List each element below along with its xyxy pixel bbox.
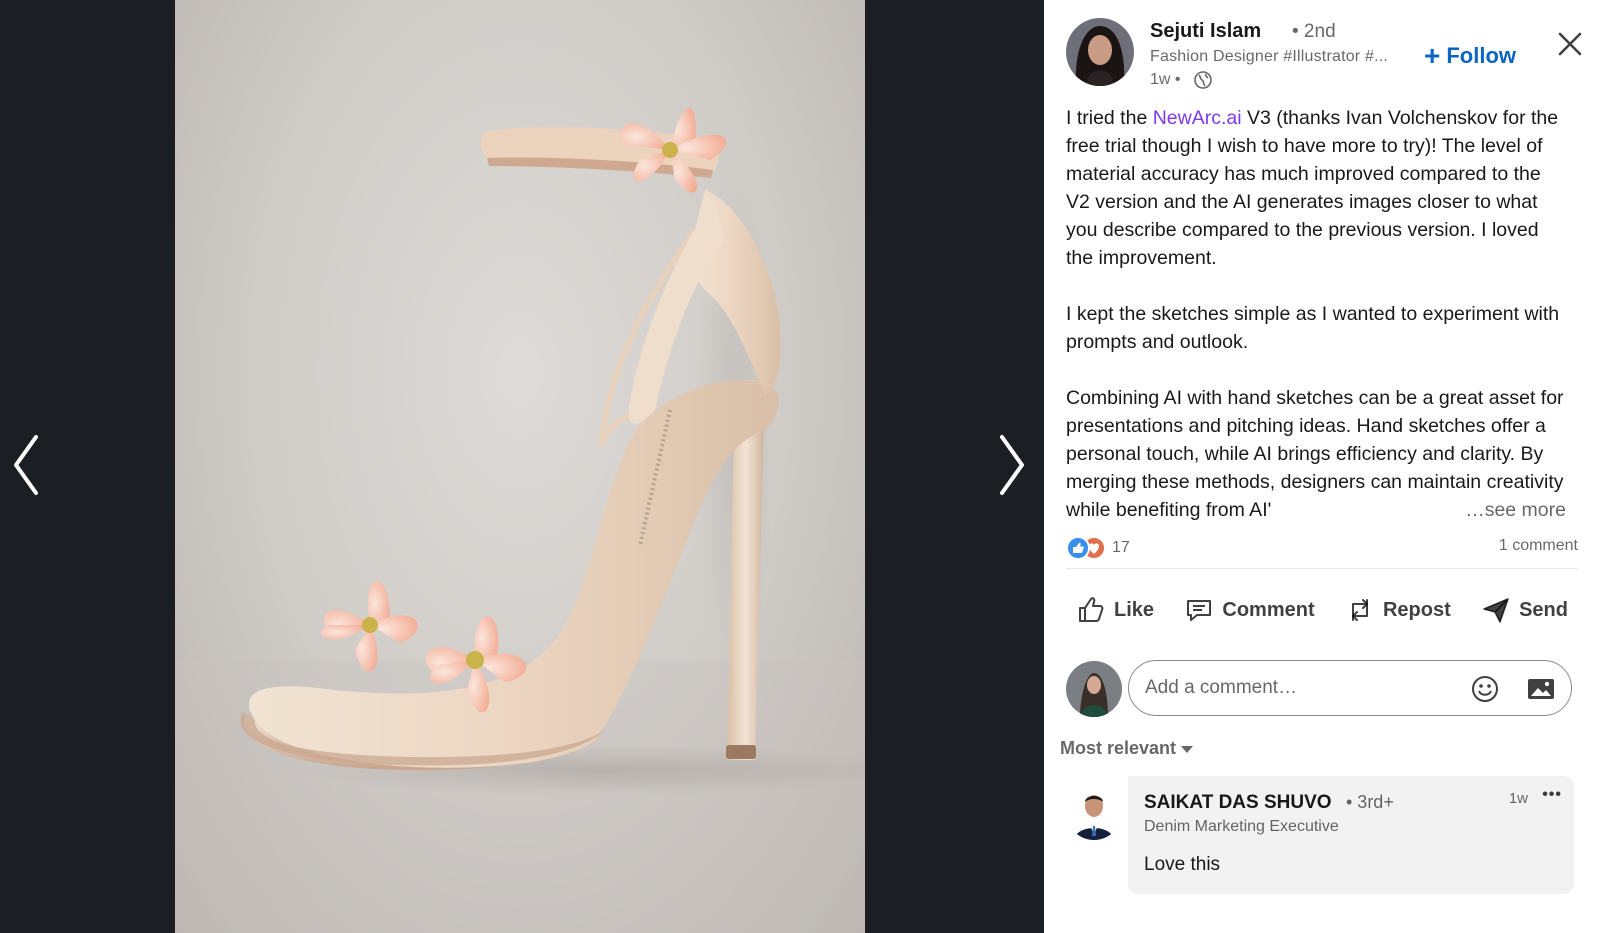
- close-icon[interactable]: [1554, 28, 1586, 60]
- commenter-avatar[interactable]: [1066, 784, 1122, 840]
- post-text-segment: I tried the: [1066, 107, 1153, 129]
- send-icon: [1483, 598, 1509, 623]
- previous-image-button[interactable]: [4, 425, 48, 505]
- comment-input[interactable]: [1143, 676, 1467, 700]
- social-action-bar: Like Comment Repost Send: [1066, 586, 1578, 634]
- commenter-avatar-image: [1066, 784, 1122, 840]
- post-text-segment: V3 (thanks Ivan Volchenskov for the free…: [1066, 107, 1559, 269]
- connection-degree: • 2nd: [1292, 21, 1336, 42]
- sort-label: Most relevant: [1060, 738, 1177, 758]
- commenter-name[interactable]: SAIKAT DAS SHUVO: [1144, 792, 1332, 814]
- thumbs-up-icon: [1079, 597, 1104, 622]
- current-user-avatar-image: [1066, 661, 1122, 717]
- post-detail-panel: Sejuti Islam • 2nd Fashion Designer #Ill…: [1044, 0, 1600, 933]
- comment-composer: [1128, 660, 1572, 716]
- comment-button[interactable]: Comment: [1174, 586, 1324, 634]
- chevron-left-icon: [14, 435, 38, 495]
- next-image-button[interactable]: [990, 425, 1034, 505]
- send-label: Send: [1519, 598, 1568, 621]
- see-more-link[interactable]: …see more: [1459, 496, 1566, 524]
- commenter-degree: • 3rd+: [1346, 792, 1394, 812]
- comment-sort-dropdown[interactable]: Most relevant: [1060, 738, 1194, 759]
- post-paragraph: Combining AI with hand sketches can be a…: [1066, 384, 1566, 524]
- author-headline: Fashion Designer #Illustrator #...: [1150, 48, 1389, 65]
- post-paragraph: I tried the NewArc.ai V3 (thanks Ivan Vo…: [1066, 104, 1566, 272]
- author-name[interactable]: Sejuti Islam: [1150, 20, 1261, 43]
- comment-item: SAIKAT DAS SHUVO • 3rd+ 1w ••• Denim Mar…: [1128, 776, 1574, 894]
- emoji-icon[interactable]: [1469, 673, 1501, 705]
- repost-label: Repost: [1382, 598, 1451, 621]
- comment-label: Comment: [1222, 598, 1315, 621]
- caret-down-icon: [1181, 745, 1194, 753]
- chevron-right-icon: [1000, 435, 1024, 495]
- comment-text: Love this: [1144, 854, 1221, 875]
- comment-timestamp: 1w: [1508, 790, 1528, 807]
- comment-count[interactable]: 1 comment: [1499, 537, 1578, 555]
- globe-icon: [1194, 71, 1212, 89]
- follow-label: Follow: [1446, 43, 1517, 68]
- image-icon[interactable]: [1525, 673, 1557, 705]
- post-text: I tried the NewArc.ai V3 (thanks Ivan Vo…: [1066, 104, 1566, 524]
- reaction-count: 17: [1112, 539, 1130, 556]
- post-timestamp: 1w •: [1150, 71, 1181, 88]
- reactions-summary[interactable]: 17: [1066, 536, 1130, 560]
- divider: [1066, 568, 1578, 569]
- author-avatar-image: [1066, 18, 1134, 86]
- post-image[interactable]: [175, 0, 865, 933]
- like-button[interactable]: Like: [1066, 586, 1164, 634]
- plus-icon: +: [1424, 40, 1441, 71]
- commenter-headline: Denim Marketing Executive: [1144, 818, 1339, 835]
- current-user-avatar[interactable]: [1066, 661, 1122, 717]
- post-paragraph: I kept the sketches simple as I wanted t…: [1066, 303, 1560, 353]
- comment-options-icon[interactable]: •••: [1542, 786, 1562, 804]
- author-avatar[interactable]: [1066, 18, 1134, 86]
- like-reaction-icon: [1066, 536, 1090, 560]
- send-button[interactable]: Send: [1471, 586, 1578, 634]
- shoe-illustration: [175, 107, 865, 933]
- comment-icon: [1187, 600, 1212, 621]
- image-viewer: [0, 0, 1044, 933]
- like-label: Like: [1114, 598, 1155, 621]
- follow-button[interactable]: + Follow: [1424, 40, 1516, 72]
- repost-button[interactable]: Repost: [1335, 586, 1461, 634]
- mention-link[interactable]: NewArc.ai: [1153, 107, 1242, 129]
- repost-icon: [1351, 599, 1368, 621]
